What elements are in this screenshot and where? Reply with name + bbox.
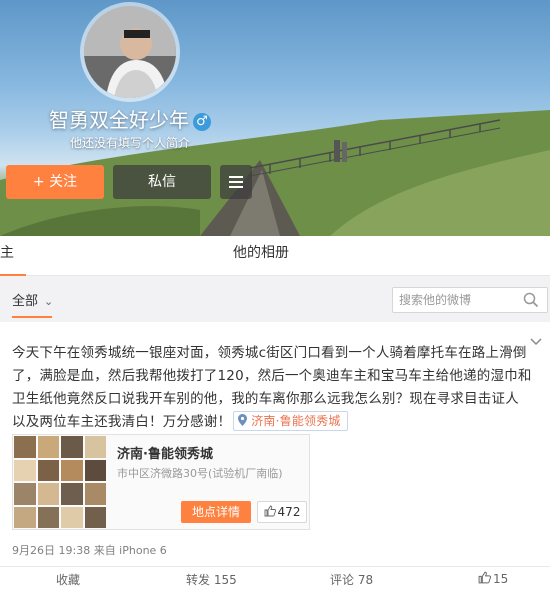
avatar-frame[interactable] [80,2,180,102]
poi-like-count: 472 [277,505,301,519]
like-button[interactable]: 15 [478,571,508,586]
weibo-post: 今天下午在领秀城统一银座对面，领秀城c街区门口看到一个人骑着摩托车在路上滑倒了，… [0,322,550,591]
poi-thumbnail-collage [13,435,107,529]
poi-card[interactable]: 济南·鲁能领秀城 市中区济微路30号(试验机厂南临) 地点详情 472 [12,434,310,530]
post-meta: 9月26日 19:38 来自 iPhone 6 [12,544,167,557]
comment-button[interactable]: 评论 78 [330,571,373,588]
more-menu-button[interactable] [220,165,252,199]
search-input[interactable] [393,288,513,312]
location-tag-label: 济南·鲁能领秀城 [251,414,341,428]
follow-button[interactable]: + 关注 [6,165,104,199]
location-pin-icon [238,414,248,426]
post-action-bar: 收藏 转发 155 评论 78 15 [0,566,550,591]
post-text: 今天下午在领秀城统一银座对面，领秀城c街区门口看到一个人骑着摩托车在路上滑倒了，… [12,342,532,434]
tab-home[interactable]: 主页 [0,236,26,295]
profile-name-text: 智勇双全好少年 [49,108,189,132]
profile-name: 智勇双全好少年 ♂ [0,104,260,133]
filter-active-underline [12,316,52,318]
chevron-down-icon: ⌄ [44,295,54,308]
search-box [392,287,548,313]
profile-cover: 智勇双全好少年 ♂ 他还没有填写个人简介 + 关注 私信 [0,0,550,236]
thumbs-up-icon [478,571,491,584]
search-icon[interactable] [523,292,539,308]
poi-like-button[interactable]: 472 [257,501,307,523]
filter-all-dropdown[interactable]: 全部 ⌄ [12,290,53,309]
hamburger-menu-icon [229,176,243,188]
filter-all-label: 全部 [12,294,39,309]
poi-address: 市中区济微路30号(试验机厂南临) [117,467,283,480]
profile-bio: 他还没有填写个人简介 [69,136,190,150]
avatar [84,6,176,98]
avatar-photo-icon [84,6,176,98]
location-tag[interactable]: 济南·鲁能领秀城 [233,411,348,431]
profile-tabs: 主页 他的相册 [0,236,550,295]
poi-detail-button[interactable]: 地点详情 [181,501,251,523]
poi-name: 济南·鲁能领秀城 [117,447,213,462]
favorite-button[interactable]: 收藏 [56,571,80,588]
feed-filter-bar: 全部 ⌄ [0,276,550,322]
message-button[interactable]: 私信 [113,165,211,199]
male-gender-icon: ♂ [193,113,211,131]
thumbs-up-icon [264,505,276,517]
repost-button[interactable]: 转发 155 [186,571,237,588]
tab-album[interactable]: 他的相册 [233,236,289,276]
like-count: 15 [493,572,509,586]
